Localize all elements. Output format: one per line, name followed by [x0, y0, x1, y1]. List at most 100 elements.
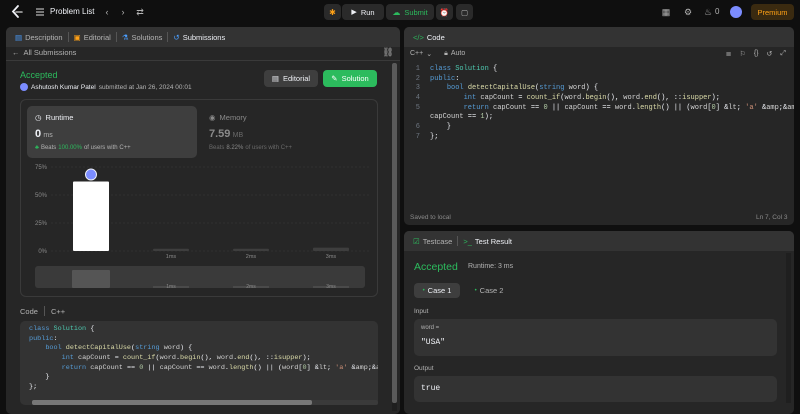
result-status: Accepted [414, 261, 458, 273]
tab-description[interactable]: ▤ Description [10, 27, 68, 47]
y-tick-label: 25% [35, 221, 48, 227]
link-icon[interactable]: ⛓ [382, 47, 393, 57]
alarm-icon: ⏰ [439, 7, 450, 17]
auto-mode[interactable]: 🔒︎ Auto [444, 50, 465, 58]
editor-line: 3 bool detectCapitalUse(string word) { [404, 84, 794, 94]
gear-icon[interactable]: ⚙ [682, 6, 694, 18]
result-vertical-scrollbar[interactable] [786, 253, 791, 403]
debug-button[interactable]: ✱ [324, 4, 341, 20]
top-bar: Problem List ‹ › ⇄ ✱ ▶ Run ☁ Submit ⏰ ▢ … [0, 0, 800, 24]
history-icon: ↺ [173, 32, 180, 42]
case-2-tab[interactable]: • Case 2 [466, 283, 512, 298]
submit-button[interactable]: ☁ Submit [386, 4, 434, 20]
memory-header: ◉ Memory [209, 113, 247, 122]
submitted-code-block[interactable]: class Solution {public: bool detectCapit… [20, 321, 378, 405]
runtime-distribution-chart[interactable]: 75% 50% 25% 0% 1ms 2ms 3ms 1ms 2ms 3ms [21, 160, 379, 296]
run-button[interactable]: ▶ Run [342, 4, 384, 20]
timer-button[interactable]: ⏰ [436, 4, 453, 20]
x-tick-label: 3ms [326, 254, 337, 260]
editor-line: 5 return capCount == 0 || capCount == wo… [404, 104, 794, 114]
format-icon[interactable]: ≣ [726, 50, 732, 58]
chart-bar [153, 248, 189, 251]
tab-submissions[interactable]: ↺ Submissions [168, 27, 230, 47]
premium-label: Premium [757, 7, 788, 17]
tab-code[interactable]: </> Code [408, 27, 450, 47]
shuffle-icon[interactable]: ⇄ [135, 6, 145, 18]
left-vertical-scrollbar[interactable] [392, 63, 397, 411]
scrollbar-thumb[interactable] [392, 63, 397, 403]
header-divider [43, 306, 45, 316]
case-1-tab[interactable]: • Case 1 [414, 283, 460, 298]
runtime-value: 0 [35, 128, 42, 140]
line-text: class Solution { [430, 65, 498, 73]
braces-icon[interactable]: {} [754, 50, 759, 57]
flask-icon: ⚗ [121, 32, 129, 42]
line-text: bool detectCapitalUse(string word) { [446, 84, 599, 93]
memory-value-row: 7.59 MB [209, 128, 243, 140]
editorial-btn-label: Editorial [282, 74, 311, 83]
leetcode-logo[interactable] [11, 5, 23, 19]
line-text: int capCount = count_if(word.begin(), wo… [463, 94, 720, 103]
scrollbar-thumb[interactable] [32, 400, 312, 405]
output-box: true [414, 376, 777, 402]
line-number: 6 [415, 123, 420, 132]
input-value: "USA" [421, 338, 446, 347]
case-1-label: Case 1 [427, 286, 452, 295]
document-icon: ▤ [15, 32, 23, 42]
streak-fire-icon[interactable]: ♨ [703, 6, 713, 18]
notes-button[interactable]: ▢ [456, 4, 473, 20]
reset-icon[interactable]: ↺ [767, 50, 773, 58]
tab-testcase[interactable]: ☑ Testcase [408, 231, 457, 251]
solution-button[interactable]: ✎ Solution [323, 70, 377, 87]
code-lang: C++ [50, 306, 66, 316]
chart-bar [73, 181, 109, 251]
pen-icon: ✎ [331, 74, 338, 83]
line-text: }; [430, 132, 439, 141]
memory-beats: Beats 8.22% of users with C++ [209, 145, 292, 151]
case-2-label: Case 2 [479, 286, 504, 295]
tab-test-result[interactable]: >_ Test Result [458, 231, 517, 251]
streak-count: 0 [715, 7, 720, 16]
editor-line: 2 public: [404, 75, 794, 85]
runtime-label: Runtime [45, 113, 74, 122]
memory-card[interactable]: ◉ Memory 7.59 MB Beats 8.22% of users wit… [203, 106, 373, 158]
premium-button[interactable]: Premium [751, 4, 794, 20]
pass-dot-icon: • [422, 287, 425, 294]
chevron-left-icon[interactable]: ‹ [102, 6, 112, 18]
chevron-right-icon[interactable]: › [118, 6, 128, 18]
tab-test-result-label: Test Result [474, 236, 513, 246]
layout-grid-icon[interactable]: ▦ [660, 6, 672, 18]
line-number: 5 [415, 103, 420, 112]
user-avatar [20, 83, 28, 91]
tab-solutions[interactable]: ⚗ Solutions [117, 27, 168, 47]
problem-list-link[interactable]: Problem List [50, 7, 94, 16]
output-label: Output [414, 365, 434, 372]
solution-btn-label: Solution [341, 74, 369, 83]
language-select[interactable]: C++ ⌄ [410, 50, 432, 58]
runtime-card[interactable]: ◷ Runtime 0 ms ♣ Beats 100.00% of users w… [27, 106, 197, 158]
editorial-button[interactable]: ▤ Editorial [264, 70, 318, 87]
code-editor[interactable]: 1 class Solution {2 public: 3 bool detectCa… [404, 64, 794, 204]
submitted-time: submitted at Jan 26, 2024 00:01 [98, 83, 192, 91]
runtime-beats-suffix: of users with C++ [83, 145, 131, 151]
editor-toolbar: C++ ⌄ 🔒︎ Auto ≣ ⚐ {} ↺ ⤢ [404, 47, 794, 60]
list-icon[interactable] [35, 6, 45, 18]
fullscreen-icon[interactable]: ⤢ [780, 50, 786, 58]
memory-value: 7.59 [209, 128, 231, 140]
terminal-icon: >_ [463, 236, 472, 246]
avatar[interactable] [730, 6, 742, 18]
input-box: word = "USA" [414, 319, 777, 356]
tab-solutions-label: Solutions [131, 32, 163, 42]
submitter-name[interactable]: Ashutosh Kumar Patel [31, 84, 96, 91]
back-to-submissions[interactable]: ← All Submissions [12, 48, 76, 57]
bookmark-icon[interactable]: ⚐ [740, 50, 746, 58]
left-panel: ▤ Description ▣ Editorial ⚗ Solutions ↺ Subm… [6, 27, 400, 414]
code-horizontal-scrollbar[interactable] [32, 400, 378, 405]
editor-line: 4 int capCount = count_if(word.begin(), … [404, 94, 794, 104]
chart-bar [233, 248, 269, 251]
x-tick-label: 1ms [166, 254, 177, 260]
back-label: All Submissions [23, 48, 77, 57]
tab-editorial[interactable]: ▣ Editorial [69, 27, 116, 47]
run-label: Run [360, 7, 375, 17]
cursor-position: Ln 7, Col 3 [756, 214, 788, 221]
